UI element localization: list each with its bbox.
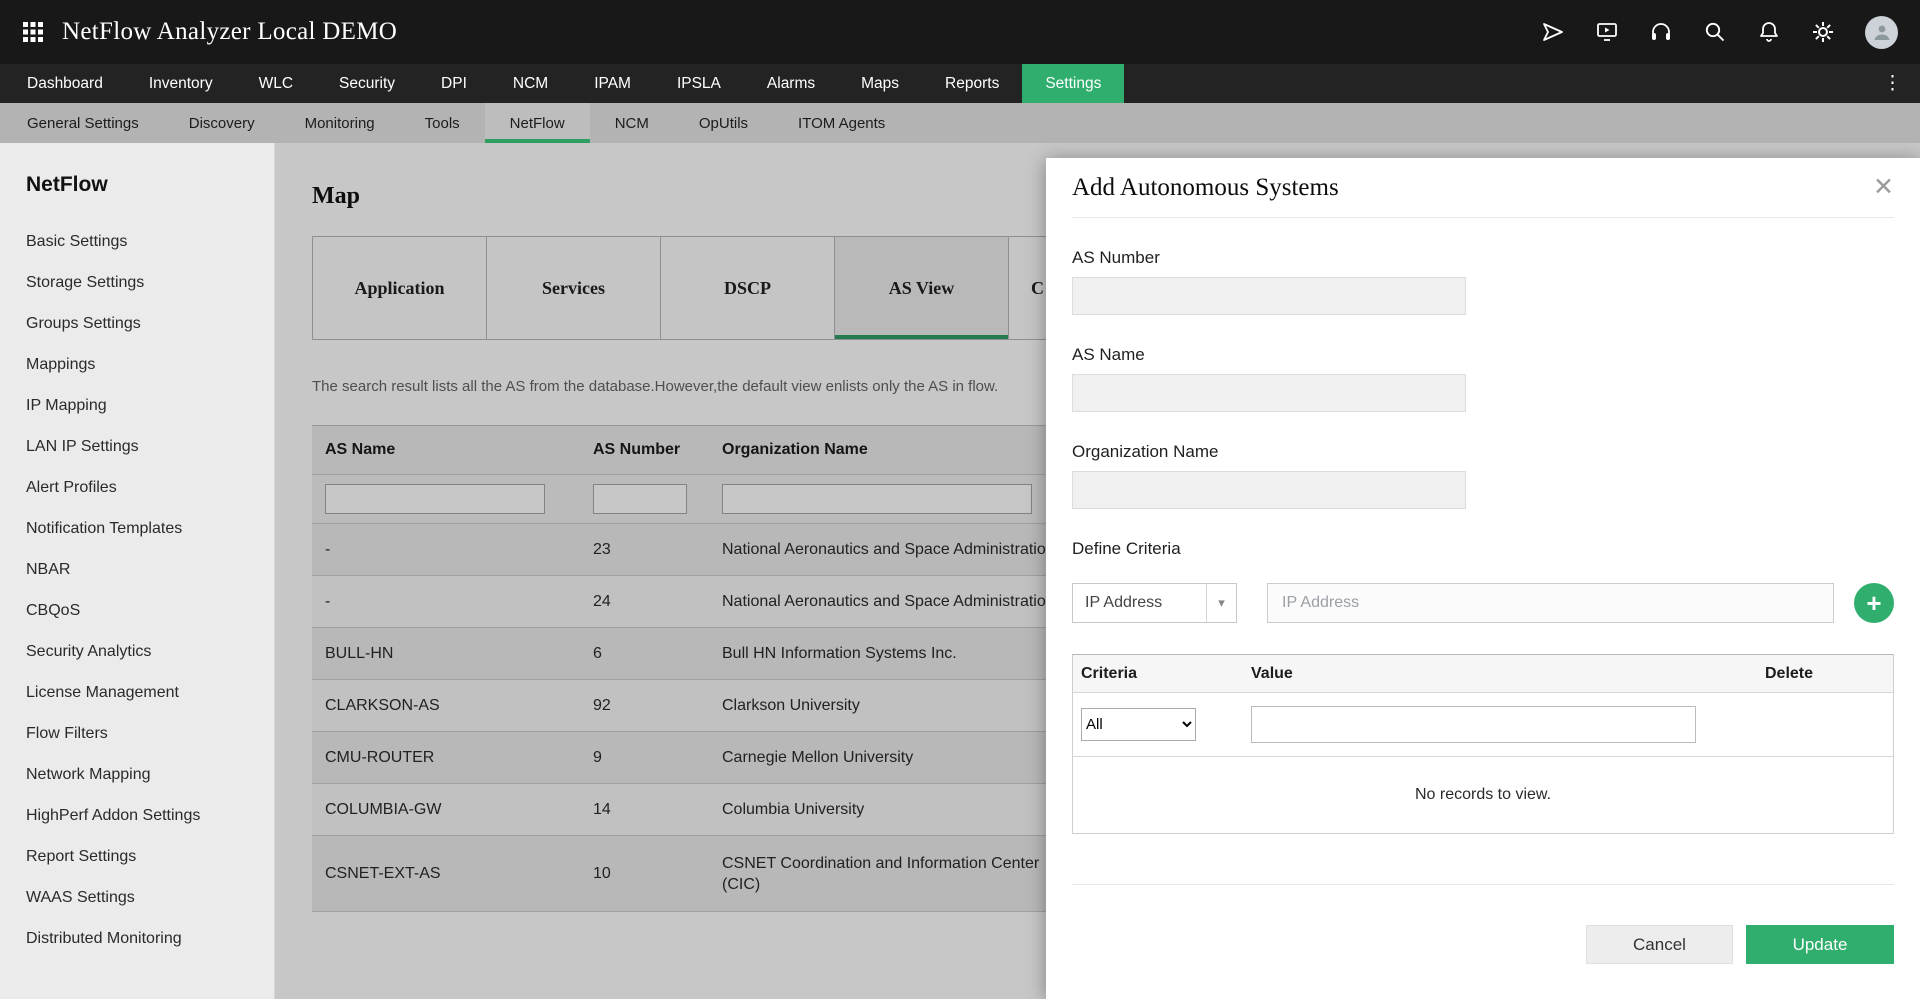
criteria-type-value: IP Address — [1073, 594, 1206, 612]
sidebar-item-cbqos[interactable]: CBQoS — [26, 590, 274, 631]
as-name-label: AS Name — [1072, 345, 1894, 365]
nav-item-ipsla[interactable]: IPSLA — [654, 64, 744, 103]
sidebar-item-mappings[interactable]: Mappings — [26, 344, 274, 385]
add-autonomous-systems-panel: Add Autonomous Systems ✕ AS Number AS Na… — [1046, 158, 1920, 999]
sidebar-item-distributed-monitoring[interactable]: Distributed Monitoring — [26, 918, 274, 959]
apps-grid-icon[interactable] — [22, 21, 44, 43]
overflow-menu-icon[interactable]: ⋮ — [1865, 64, 1920, 103]
criteria-table-header: Criteria Value Delete — [1073, 655, 1893, 693]
topbar: NetFlow Analyzer Local DEMO — [0, 0, 1920, 64]
sidebar-item-waas-settings[interactable]: WAAS Settings — [26, 877, 274, 918]
organization-name-input[interactable] — [1072, 471, 1466, 509]
cancel-button[interactable]: Cancel — [1586, 925, 1733, 964]
criteria-table-filter-row: All — [1073, 693, 1893, 757]
sidebar-item-security-analytics[interactable]: Security Analytics — [26, 631, 274, 672]
nav-item-dashboard[interactable]: Dashboard — [4, 64, 126, 103]
nav-item-ipam[interactable]: IPAM — [571, 64, 654, 103]
app-title: NetFlow Analyzer Local DEMO — [62, 18, 397, 46]
define-criteria-row: IP Address ▾ + — [1072, 583, 1894, 623]
update-button[interactable]: Update — [1746, 925, 1894, 964]
criteria-table: Criteria Value Delete All No records to … — [1072, 654, 1894, 834]
subnav-item-general-settings[interactable]: General Settings — [2, 103, 164, 143]
settings-subnav: General Settings Discovery Monitoring To… — [0, 103, 1920, 143]
subnav-item-netflow[interactable]: NetFlow — [485, 103, 590, 143]
as-number-label: AS Number — [1072, 248, 1894, 268]
sidebar-item-report-settings[interactable]: Report Settings — [26, 836, 274, 877]
subnav-item-tools[interactable]: Tools — [400, 103, 485, 143]
nav-item-reports[interactable]: Reports — [922, 64, 1022, 103]
subnav-item-itom-agents[interactable]: ITOM Agents — [773, 103, 910, 143]
nav-item-dpi[interactable]: DPI — [418, 64, 490, 103]
chevron-down-icon: ▾ — [1206, 584, 1236, 622]
sidebar-item-nbar[interactable]: NBAR — [26, 549, 274, 590]
col-header-delete: Delete — [1757, 665, 1893, 683]
headset-support-icon[interactable] — [1649, 20, 1673, 44]
as-number-input[interactable] — [1072, 277, 1466, 315]
sidebar-item-highperf-addon-settings[interactable]: HighPerf Addon Settings — [26, 795, 274, 836]
panel-title: Add Autonomous Systems — [1072, 174, 1339, 202]
sidebar-item-network-mapping[interactable]: Network Mapping — [26, 754, 274, 795]
nav-item-alarms[interactable]: Alarms — [744, 64, 838, 103]
subnav-item-oputils[interactable]: OpUtils — [674, 103, 773, 143]
sidebar-title: NetFlow — [26, 173, 274, 197]
define-criteria-label: Define Criteria — [1072, 539, 1894, 559]
organization-name-label: Organization Name — [1072, 442, 1894, 462]
sidebar-item-storage-settings[interactable]: Storage Settings — [26, 262, 274, 303]
user-avatar[interactable] — [1865, 16, 1898, 49]
col-header-criteria: Criteria — [1073, 665, 1243, 683]
criteria-type-select[interactable]: IP Address ▾ — [1072, 583, 1237, 623]
subnav-item-ncm[interactable]: NCM — [590, 103, 674, 143]
topbar-actions — [1541, 16, 1898, 49]
nav-item-maps[interactable]: Maps — [838, 64, 922, 103]
panel-actions: Cancel Update — [1072, 925, 1894, 964]
add-criteria-button[interactable]: + — [1854, 583, 1894, 623]
criteria-value-input[interactable] — [1267, 583, 1834, 623]
criteria-filter-select[interactable]: All — [1081, 708, 1196, 741]
sidebar-item-alert-profiles[interactable]: Alert Profiles — [26, 467, 274, 508]
subnav-item-discovery[interactable]: Discovery — [164, 103, 280, 143]
bell-notifications-icon[interactable] — [1757, 20, 1781, 44]
search-icon[interactable] — [1703, 20, 1727, 44]
nav-item-security[interactable]: Security — [316, 64, 418, 103]
sidebar-item-ip-mapping[interactable]: IP Mapping — [26, 385, 274, 426]
value-filter-input[interactable] — [1251, 706, 1696, 743]
sidebar-item-flow-filters[interactable]: Flow Filters — [26, 713, 274, 754]
sidebar-item-groups-settings[interactable]: Groups Settings — [26, 303, 274, 344]
nav-item-wlc[interactable]: WLC — [236, 64, 316, 103]
sidebar-item-basic-settings[interactable]: Basic Settings — [26, 221, 274, 262]
sidebar-item-license-management[interactable]: License Management — [26, 672, 274, 713]
nav-item-ncm[interactable]: NCM — [490, 64, 571, 103]
demo-video-icon[interactable] — [1595, 20, 1619, 44]
netflow-settings-sidebar: NetFlow Basic Settings Storage Settings … — [0, 143, 275, 999]
sidebar-item-notification-templates[interactable]: Notification Templates — [26, 508, 274, 549]
panel-divider — [1072, 884, 1894, 885]
nav-item-inventory[interactable]: Inventory — [126, 64, 236, 103]
empty-records-message: No records to view. — [1073, 757, 1893, 833]
col-header-value: Value — [1243, 665, 1757, 683]
panel-header: Add Autonomous Systems ✕ — [1072, 158, 1894, 218]
main-nav: Dashboard Inventory WLC Security DPI NCM… — [0, 64, 1920, 103]
gear-settings-icon[interactable] — [1811, 20, 1835, 44]
nav-item-settings[interactable]: Settings — [1022, 64, 1124, 103]
as-name-input[interactable] — [1072, 374, 1466, 412]
sidebar-item-lan-ip-settings[interactable]: LAN IP Settings — [26, 426, 274, 467]
subnav-item-monitoring[interactable]: Monitoring — [280, 103, 400, 143]
launch-rocket-icon[interactable] — [1541, 20, 1565, 44]
close-icon[interactable]: ✕ — [1873, 175, 1894, 200]
